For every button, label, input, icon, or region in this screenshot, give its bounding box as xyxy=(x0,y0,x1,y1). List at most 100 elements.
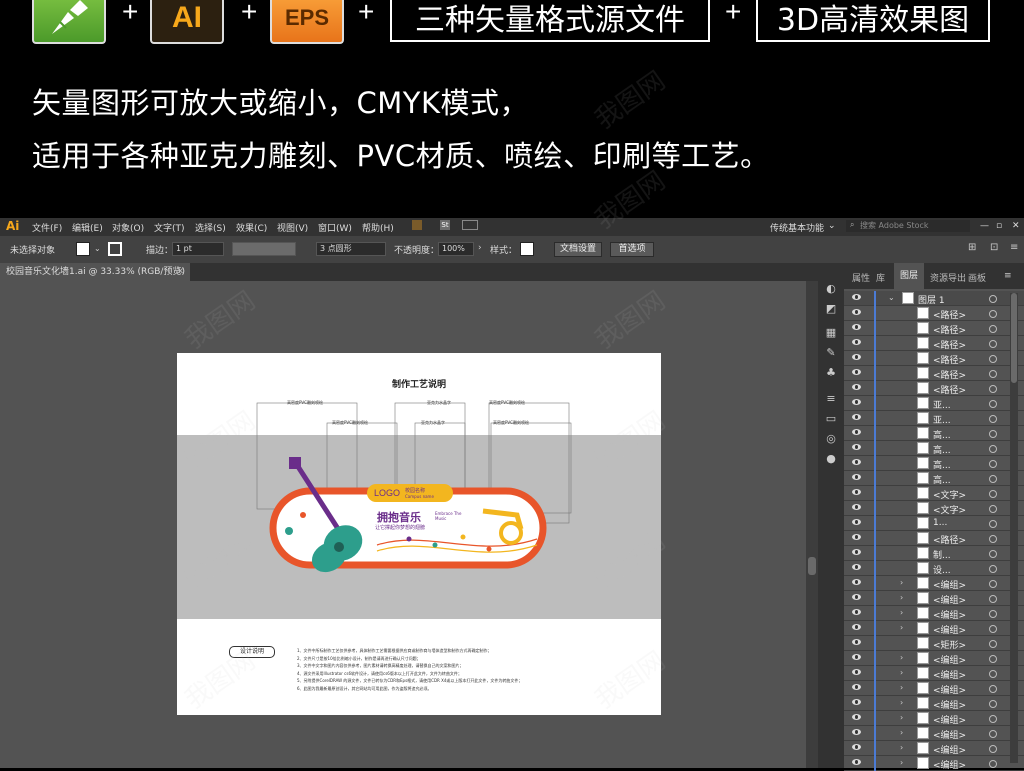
close-icon[interactable]: ✕ xyxy=(1012,221,1020,231)
target-circle-icon[interactable] xyxy=(989,715,997,723)
target-circle-icon[interactable] xyxy=(989,460,997,468)
layer-row[interactable]: › <编组> xyxy=(844,696,1024,711)
visibility-eye-icon[interactable] xyxy=(852,519,861,525)
target-circle-icon[interactable] xyxy=(989,700,997,708)
bridge-icon[interactable] xyxy=(412,220,422,230)
swatches-icon[interactable]: ▦ xyxy=(824,327,838,339)
target-circle-icon[interactable] xyxy=(989,415,997,423)
layer-row[interactable]: 高... xyxy=(844,426,1024,441)
fill-swatch[interactable] xyxy=(76,242,90,256)
expand-arrow-icon[interactable]: › xyxy=(900,623,903,632)
maximize-icon[interactable]: ▫ xyxy=(996,221,1002,231)
expand-arrow-icon[interactable]: › xyxy=(900,668,903,677)
panel-menu-icon[interactable]: ≡ xyxy=(1004,271,1012,281)
visibility-eye-icon[interactable] xyxy=(852,669,861,675)
target-circle-icon[interactable] xyxy=(989,640,997,648)
target-circle-icon[interactable] xyxy=(989,565,997,573)
visibility-eye-icon[interactable] xyxy=(852,444,861,450)
visibility-eye-icon[interactable] xyxy=(852,714,861,720)
target-circle-icon[interactable] xyxy=(989,595,997,603)
scroll-thumb[interactable] xyxy=(1011,293,1017,383)
visibility-eye-icon[interactable] xyxy=(852,654,861,660)
layer-row[interactable]: › <编组> xyxy=(844,681,1024,696)
layer-row[interactable]: <路径> xyxy=(844,321,1024,336)
target-circle-icon[interactable] xyxy=(989,310,997,318)
target-circle-icon[interactable] xyxy=(989,490,997,498)
color-panel-icon[interactable]: ◐ xyxy=(824,283,838,295)
target-circle-icon[interactable] xyxy=(989,535,997,543)
expand-arrow-icon[interactable]: › xyxy=(900,758,903,767)
visibility-eye-icon[interactable] xyxy=(852,684,861,690)
layer-row[interactable]: <路径> xyxy=(844,306,1024,321)
visibility-eye-icon[interactable] xyxy=(852,429,861,435)
arrange-docs-icon[interactable] xyxy=(462,220,478,230)
target-circle-icon[interactable] xyxy=(989,550,997,558)
visibility-eye-icon[interactable] xyxy=(852,369,861,375)
visibility-eye-icon[interactable] xyxy=(852,564,861,570)
visibility-eye-icon[interactable] xyxy=(852,549,861,555)
target-circle-icon[interactable] xyxy=(989,370,997,378)
layer-row[interactable]: <路径> xyxy=(844,381,1024,396)
expand-arrow-icon[interactable]: › xyxy=(900,608,903,617)
layer-row[interactable]: <路径> xyxy=(844,366,1024,381)
target-circle-icon[interactable] xyxy=(989,430,997,438)
target-circle-icon[interactable] xyxy=(989,505,997,513)
visibility-eye-icon[interactable] xyxy=(852,459,861,465)
menu-edit[interactable]: 编辑(E) xyxy=(72,221,103,234)
expand-arrow-icon[interactable]: › xyxy=(900,653,903,662)
layer-row[interactable]: 高... xyxy=(844,471,1024,486)
menu-icon[interactable]: ≡ xyxy=(1010,242,1018,253)
visibility-eye-icon[interactable] xyxy=(852,744,861,750)
expand-arrow-icon[interactable]: ⌄ xyxy=(888,293,895,302)
opacity-field[interactable]: 100% xyxy=(438,242,474,256)
target-circle-icon[interactable] xyxy=(989,625,997,633)
minimize-icon[interactable]: — xyxy=(980,221,989,231)
brush-definition[interactable]: 3 点圆形 xyxy=(316,242,386,256)
chevron-down-icon[interactable]: ⌄ xyxy=(828,221,836,231)
target-circle-icon[interactable] xyxy=(989,610,997,618)
layer-row[interactable]: 亚... xyxy=(844,411,1024,426)
target-circle-icon[interactable] xyxy=(989,325,997,333)
appearance-icon[interactable]: ● xyxy=(824,453,838,465)
visibility-eye-icon[interactable] xyxy=(852,504,861,510)
menu-window[interactable]: 窗口(W) xyxy=(318,221,352,234)
target-circle-icon[interactable] xyxy=(989,730,997,738)
visibility-eye-icon[interactable] xyxy=(852,639,861,645)
chevron-right-icon[interactable]: › xyxy=(478,243,482,253)
target-circle-icon[interactable] xyxy=(989,355,997,363)
visibility-eye-icon[interactable] xyxy=(852,414,861,420)
stock-search-input[interactable]: 搜索 Adobe Stock xyxy=(846,220,970,232)
visibility-eye-icon[interactable] xyxy=(852,339,861,345)
layer-row[interactable]: 高... xyxy=(844,441,1024,456)
layers-scrollbar[interactable] xyxy=(1010,293,1018,763)
variable-width-profile[interactable] xyxy=(232,242,296,256)
target-circle-icon[interactable] xyxy=(989,685,997,693)
visibility-eye-icon[interactable] xyxy=(852,759,861,765)
canvas-area[interactable]: 制作工艺说明 高密度PVC雕刻喷绘 高密度PVC雕刻喷绘 亚克力水晶字 亚克力水… xyxy=(0,281,806,768)
target-circle-icon[interactable] xyxy=(989,340,997,348)
scroll-thumb[interactable] xyxy=(808,557,816,575)
layer-row[interactable]: › <编组> xyxy=(844,651,1024,666)
layer-row[interactable]: › <编组> xyxy=(844,711,1024,726)
visibility-eye-icon[interactable] xyxy=(852,609,861,615)
menu-effect[interactable]: 效果(C) xyxy=(236,221,267,234)
transparency-icon[interactable]: ◎ xyxy=(824,433,838,445)
brushes-icon[interactable]: ✎ xyxy=(824,347,838,359)
layer-row[interactable]: <文字> xyxy=(844,486,1024,501)
expand-arrow-icon[interactable]: › xyxy=(900,578,903,587)
expand-arrow-icon[interactable]: › xyxy=(900,698,903,707)
visibility-eye-icon[interactable] xyxy=(852,579,861,585)
layer-row[interactable]: › <编组> xyxy=(844,591,1024,606)
tab-layers[interactable]: 图层 xyxy=(894,263,925,289)
layer-row[interactable]: <路径> xyxy=(844,336,1024,351)
visibility-eye-icon[interactable] xyxy=(852,594,861,600)
visibility-eye-icon[interactable] xyxy=(852,354,861,360)
layer-row[interactable]: <矩形> xyxy=(844,636,1024,651)
document-setup-button[interactable]: 文档设置 xyxy=(554,242,602,257)
layer-row[interactable]: › <编组> xyxy=(844,576,1024,591)
expand-arrow-icon[interactable]: › xyxy=(900,683,903,692)
chevron-down-icon[interactable]: ⌄ xyxy=(94,244,101,253)
visibility-eye-icon[interactable] xyxy=(852,534,861,540)
artboard[interactable]: 制作工艺说明 高密度PVC雕刻喷绘 高密度PVC雕刻喷绘 亚克力水晶字 亚克力水… xyxy=(177,353,661,715)
layer-row[interactable]: › <编组> xyxy=(844,741,1024,756)
